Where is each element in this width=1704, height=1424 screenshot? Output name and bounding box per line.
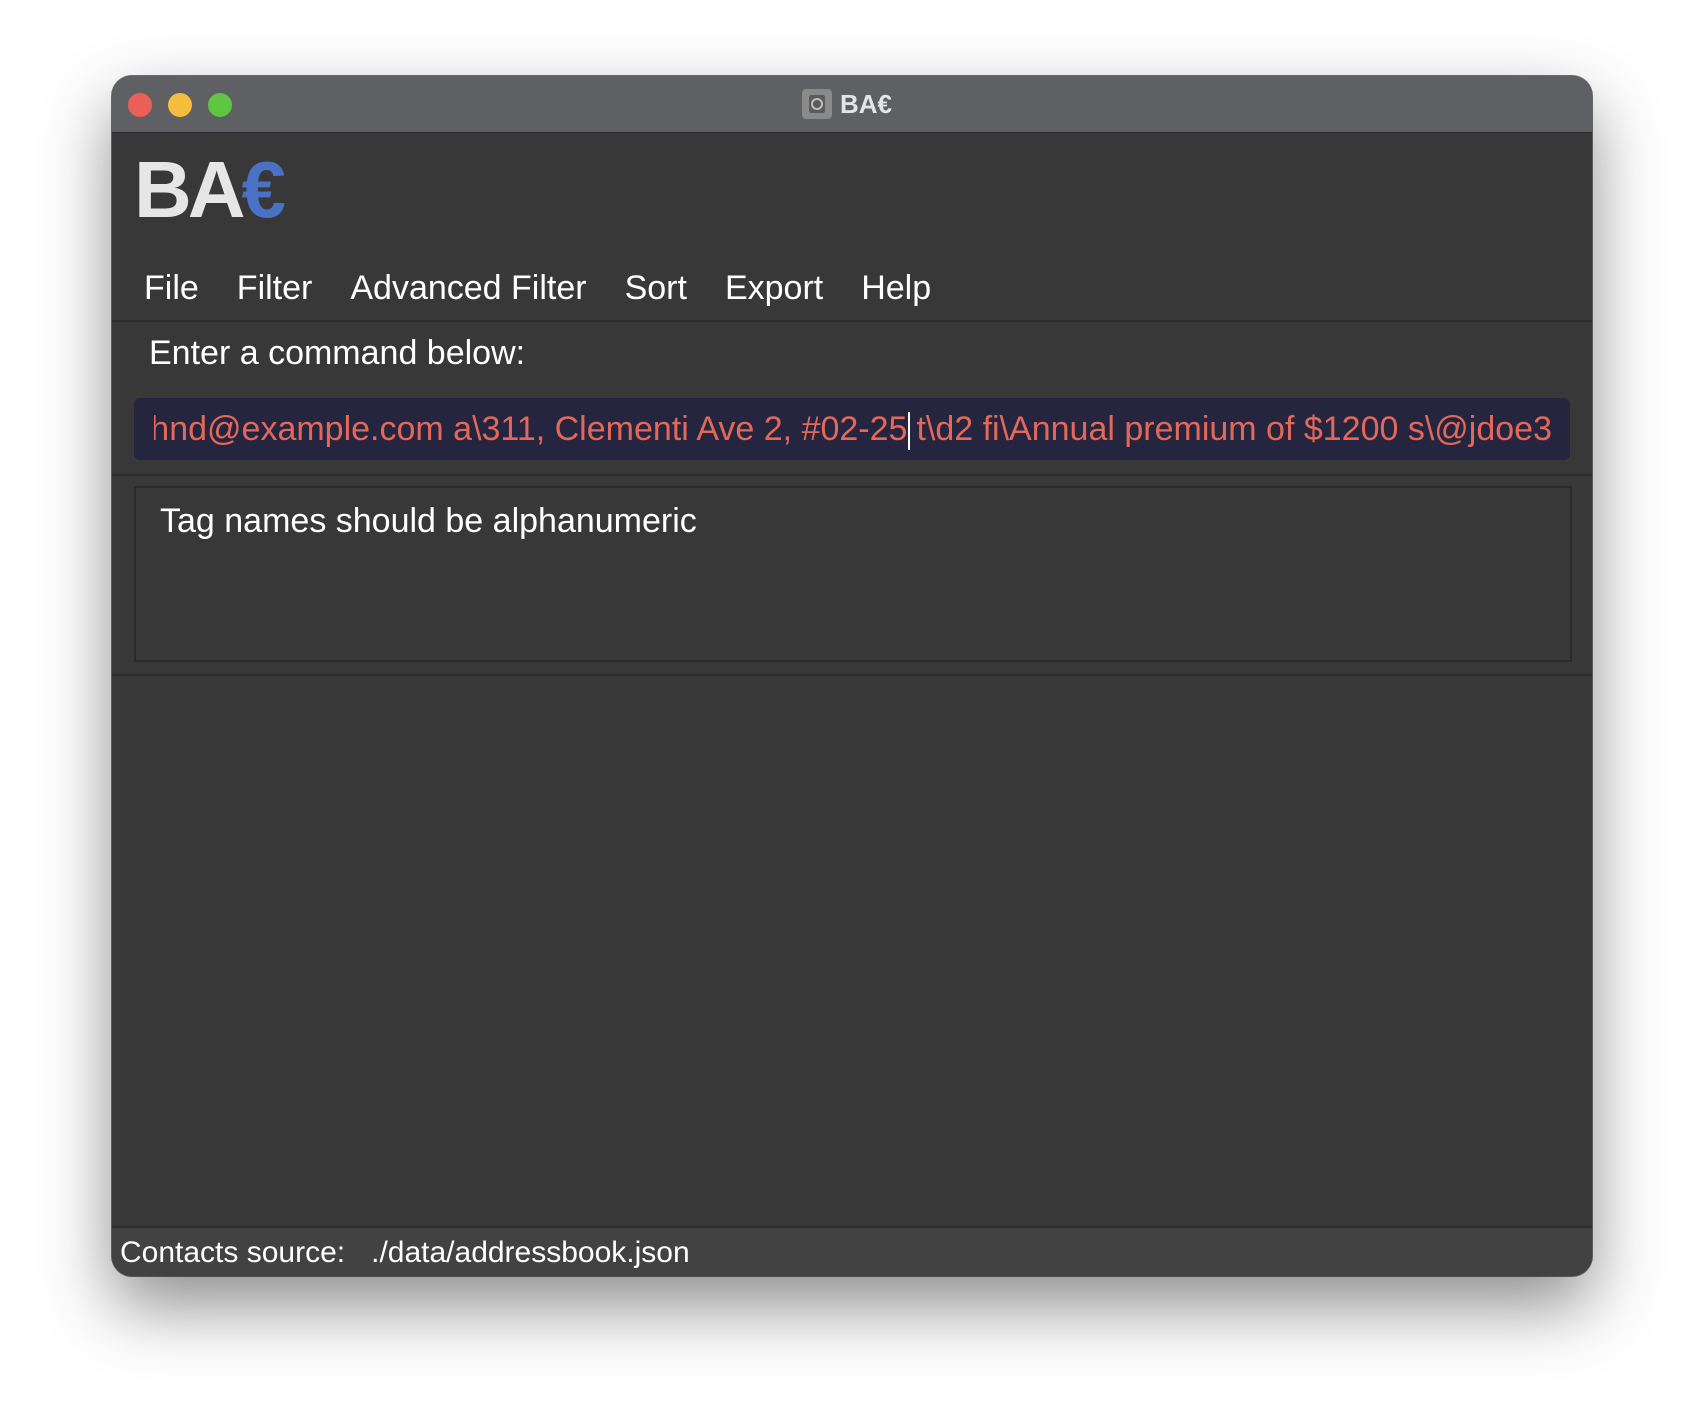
brand-logo: BA€ (134, 150, 286, 230)
text-caret (908, 412, 911, 451)
close-window-button[interactable] (128, 93, 152, 117)
command-label: Enter a command below: (149, 334, 526, 372)
zoom-window-button[interactable] (208, 93, 232, 117)
menu-bar: File Filter Advanced Filter Sort Export … (132, 258, 950, 318)
input-left-clip (134, 398, 154, 460)
menu-export[interactable]: Export (706, 269, 842, 308)
brand-euro-symbol: € (241, 145, 286, 234)
brand-text: BA (134, 145, 246, 234)
menu-sort[interactable]: Sort (606, 269, 706, 308)
app-window: BA€ BA€ File Filter Advanced Filter Sort… (112, 76, 1592, 1276)
status-source-label: Contacts source: (120, 1236, 346, 1269)
command-divider (112, 474, 1592, 476)
command-text-after-caret: t\d2 fi\Annual premium of $1200 s\@jdoe3 (916, 410, 1552, 448)
contact-list-panel (112, 676, 1592, 1166)
minimize-window-button[interactable] (168, 93, 192, 117)
menu-filter[interactable]: Filter (218, 269, 332, 308)
menu-file[interactable]: File (132, 269, 218, 308)
status-source-path: ./data/addressbook.json (371, 1236, 690, 1269)
status-bar: Contacts source: ./data/addressbook.json (112, 1226, 1592, 1276)
result-display: Tag names should be alphanumeric (134, 486, 1572, 662)
command-input[interactable]: e\johnd@example.com a\311, Clementi Ave … (134, 398, 1570, 460)
menu-advanced-filter[interactable]: Advanced Filter (331, 269, 605, 308)
window-title: BA€ (840, 88, 893, 119)
command-input-text[interactable]: e\johnd@example.com a\311, Clementi Ave … (134, 398, 1552, 460)
menu-help[interactable]: Help (842, 269, 950, 308)
title-bar: BA€ (112, 76, 1592, 133)
command-text-before-caret: e\johnd@example.com a\311, Clementi Ave … (134, 410, 908, 448)
window-title-group: BA€ (802, 86, 892, 122)
menu-divider (112, 320, 1592, 322)
app-icon (802, 89, 832, 119)
result-message: Tag names should be alphanumeric (160, 502, 697, 540)
